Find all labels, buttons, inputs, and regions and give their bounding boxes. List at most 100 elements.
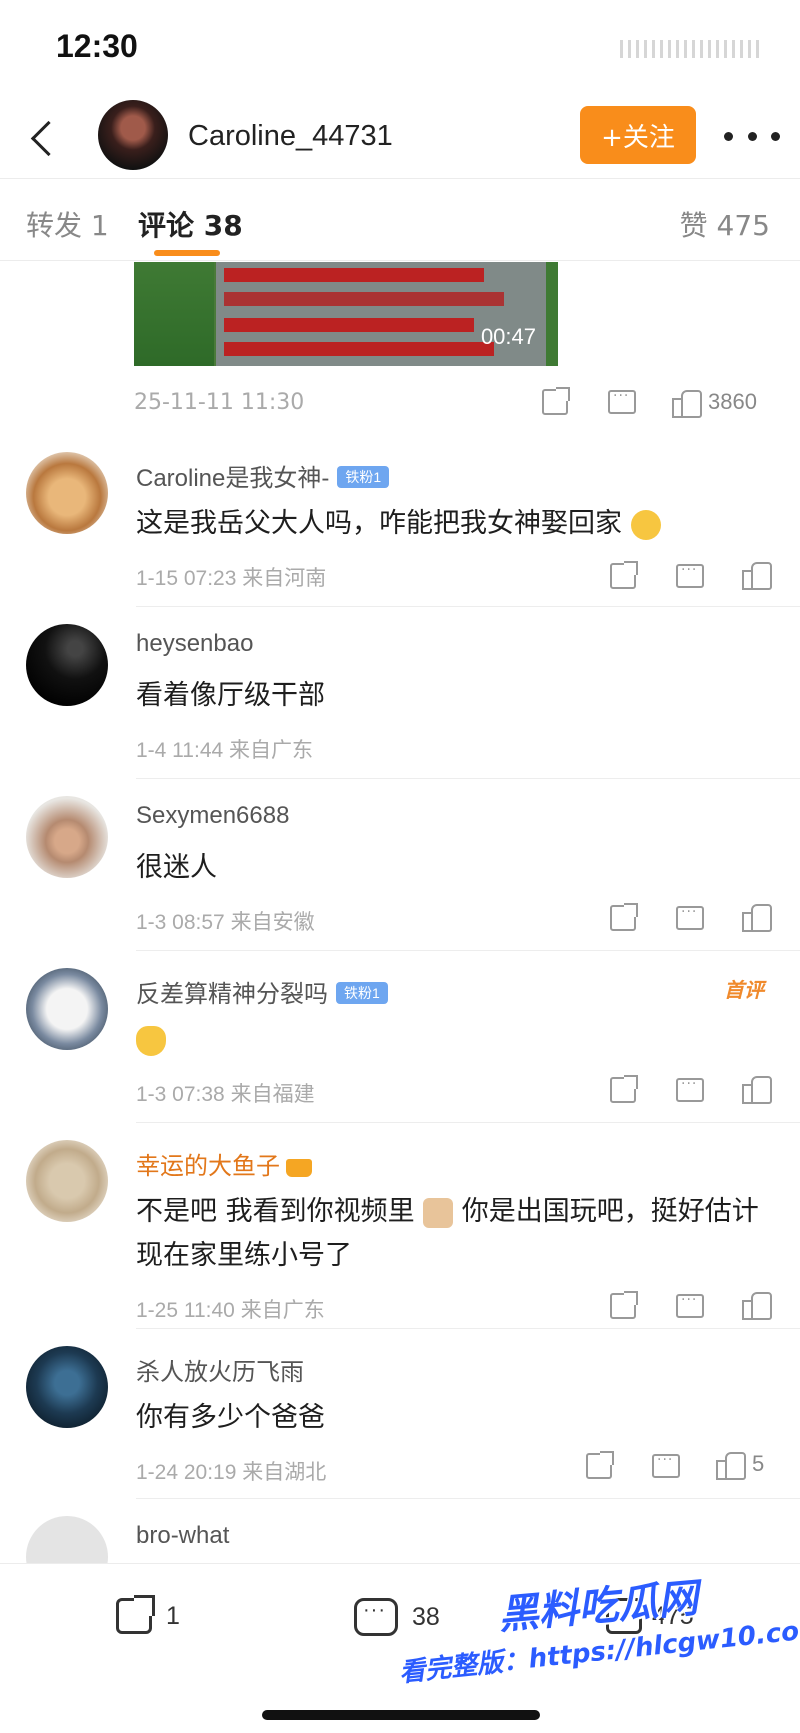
comment-meta: 1-15 07:23 来自河南 — [136, 567, 327, 590]
comment-icon — [354, 1598, 398, 1636]
comment-divider — [136, 778, 800, 779]
comment-reply-button[interactable] — [676, 902, 704, 934]
repost-count: 1 — [166, 1601, 180, 1630]
comment-like-button[interactable]: 5 — [716, 1448, 764, 1480]
clapping-emoji-icon — [136, 1025, 166, 1056]
more-icon[interactable] — [724, 118, 780, 154]
avatar[interactable] — [26, 968, 108, 1050]
crying-emoji-icon — [630, 509, 661, 540]
header-divider — [0, 178, 800, 179]
video-text-row — [224, 268, 484, 282]
comment-like-button[interactable] — [742, 1072, 772, 1104]
comment-icon — [676, 562, 704, 588]
tab-comments[interactable]: 评论 38 — [138, 204, 243, 244]
home-indicator[interactable] — [262, 1710, 540, 1720]
video-text-row — [224, 318, 474, 332]
avatar[interactable] — [26, 1140, 108, 1222]
tab-bar: 转发 1 评论 38 赞 475 — [0, 180, 800, 260]
comment-author[interactable]: bro-what — [136, 1522, 229, 1550]
post-timestamp: 25-11-11 11:30 — [134, 390, 305, 415]
username[interactable]: Caroline_44731 — [188, 120, 393, 153]
avatar[interactable] — [26, 796, 108, 878]
comment-divider — [136, 1122, 800, 1123]
face-emoji-icon — [423, 1197, 454, 1228]
like-icon — [742, 1290, 772, 1320]
tab-repost[interactable]: 转发 1 — [26, 204, 109, 244]
comment-meta: 1-4 11:44 来自广东 — [136, 739, 314, 762]
comment-share-button[interactable] — [610, 1074, 638, 1106]
comment-item: 杀人放火历飞雨 你有多少个爸爸 1-24 20:19 来自湖北 — [0, 1346, 800, 1498]
comment-icon — [676, 904, 704, 930]
comment-text: 看着像厅级干部 — [136, 680, 325, 711]
post-like-button[interactable]: 3860 — [672, 386, 757, 418]
comment-like-button[interactable] — [742, 900, 772, 932]
avatar[interactable] — [26, 1346, 108, 1428]
comment-reply-button[interactable] — [652, 1450, 680, 1482]
comment-text — [136, 1018, 776, 1062]
avatar[interactable] — [26, 624, 108, 706]
crown-icon — [286, 1158, 312, 1177]
comment-reply-button[interactable] — [676, 1290, 704, 1322]
avatar[interactable] — [26, 452, 108, 534]
like-icon — [742, 560, 772, 590]
comment-reply-button[interactable] — [676, 1074, 704, 1106]
fan-badge: 铁粉1 — [337, 465, 390, 488]
comment-icon — [676, 1076, 704, 1102]
fan-badge: 铁粉1 — [336, 981, 388, 1004]
avatar[interactable] — [98, 100, 168, 170]
like-icon — [742, 1074, 772, 1104]
comment-like-button[interactable] — [742, 1288, 772, 1320]
comment-divider — [136, 1328, 800, 1329]
comment-share-button[interactable] — [610, 902, 638, 934]
post-share-button[interactable] — [542, 386, 570, 418]
share-icon — [610, 1291, 638, 1319]
like-count: 3860 — [708, 389, 757, 414]
comment-divider — [136, 1498, 800, 1499]
comment-author[interactable]: heysenbao — [136, 630, 253, 658]
share-icon — [116, 1595, 155, 1634]
comment-author[interactable]: 杀人放火历飞雨 — [136, 1352, 304, 1387]
comment-divider — [136, 950, 800, 951]
comment-author[interactable]: 反差算精神分裂吗 铁粉1 — [136, 974, 388, 1009]
video-thumbnail[interactable]: 00:47 — [134, 262, 558, 366]
profile-header: Caroline_44731 +关注 — [0, 96, 800, 180]
status-bar: 12:30 — [0, 0, 800, 96]
comment-like-button[interactable] — [742, 558, 772, 590]
comment-meta: 1-3 07:38 来自福建 — [136, 1083, 315, 1106]
avatar[interactable] — [26, 1516, 108, 1564]
first-comment-tag: 首评 — [724, 978, 764, 1002]
comment-text: 很迷人 — [136, 852, 217, 883]
back-arrow-icon[interactable] — [22, 114, 62, 162]
comment-icon — [676, 1292, 704, 1318]
comment-meta: 1-25 11:40 来自广东 — [136, 1299, 325, 1322]
comment-text: 这是我岳父大人吗，咋能把我女神娶回家 — [136, 502, 776, 546]
system-status-icons — [620, 40, 760, 58]
comment-author[interactable]: Caroline是我女神- 铁粉1 — [136, 458, 390, 493]
post-comment-button[interactable] — [608, 386, 636, 418]
comment-text: 你有多少个爸爸 — [136, 1402, 325, 1433]
like-count: 5 — [752, 1451, 765, 1476]
comment-meta: 1-24 20:19 来自湖北 — [136, 1461, 327, 1484]
comment-item: heysenbao 看着像厅级干部 1-4 11:44 来自广东 — [0, 624, 800, 776]
watermark: 黑料吃瓜网 看完整版：https://hlcgw10.com — [398, 1570, 800, 1700]
comment-meta: 1-3 08:57 来自安徽 — [136, 911, 315, 934]
comment-author[interactable]: 幸运的大鱼子 — [136, 1146, 312, 1181]
status-time: 12:30 — [56, 28, 138, 64]
video-text-row — [224, 292, 504, 306]
tab-likes[interactable]: 赞 475 — [680, 204, 770, 244]
comment-divider — [136, 606, 800, 607]
comment-reply-button[interactable] — [676, 560, 704, 592]
video-frame-right — [546, 262, 558, 366]
video-text-row — [224, 342, 494, 356]
comment-share-button[interactable] — [586, 1450, 614, 1482]
comment-author[interactable]: Sexymen6688 — [136, 802, 289, 830]
comment-item: bro-what — [0, 1516, 800, 1564]
repost-button[interactable]: 1 — [116, 1595, 180, 1634]
comment-text: 不是吧 我看到你视频里 你是出国玩吧，挺好估计现在家里练小号了 — [136, 1196, 759, 1271]
comment-share-button[interactable] — [610, 560, 638, 592]
comment-share-button[interactable] — [610, 1290, 638, 1322]
follow-button[interactable]: +关注 — [580, 106, 696, 164]
share-icon — [610, 903, 638, 931]
comment-icon — [652, 1452, 680, 1478]
like-icon — [742, 902, 772, 932]
